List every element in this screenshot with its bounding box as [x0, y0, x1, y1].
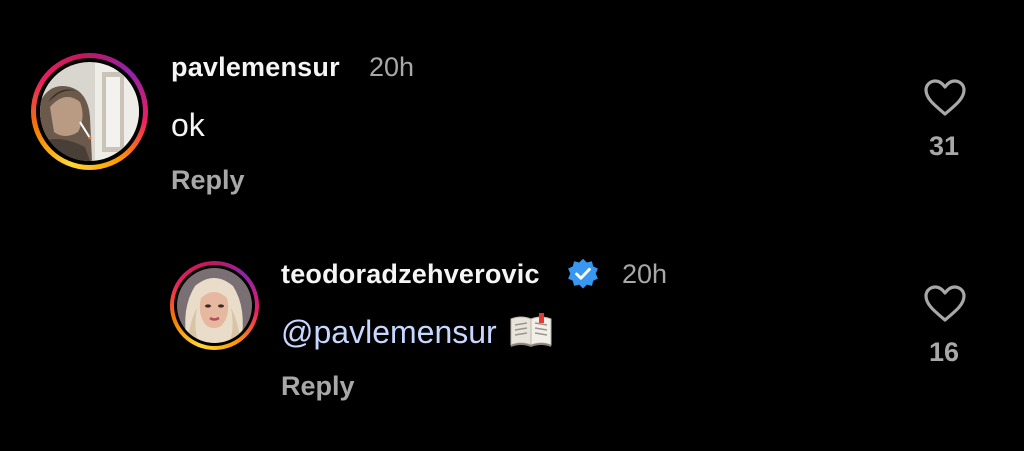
- comment-text: ok: [171, 107, 205, 143]
- avatar[interactable]: [40, 62, 139, 161]
- open-book-icon: [510, 313, 552, 347]
- avatar[interactable]: [177, 268, 252, 343]
- like-count: 31: [928, 131, 960, 161]
- comment-username[interactable]: teodoradzehverovic: [281, 259, 540, 290]
- avatar-photo: [40, 62, 139, 161]
- comment-text: @pavlemensur: [281, 313, 553, 351]
- like-count: 16: [928, 337, 960, 367]
- comment-timestamp: 20h: [369, 52, 415, 82]
- comment-reply-item: teodoradzehverovic 20h @pavlemensur Repl…: [0, 220, 1024, 451]
- reply-button[interactable]: Reply: [281, 371, 355, 402]
- story-ring[interactable]: [170, 261, 259, 350]
- comment-username[interactable]: pavlemensur: [171, 52, 340, 83]
- mention-link[interactable]: @pavlemensur: [281, 314, 497, 350]
- story-ring[interactable]: [31, 53, 148, 170]
- heart-icon[interactable]: [923, 78, 967, 118]
- reply-button[interactable]: Reply: [171, 165, 245, 196]
- comment-item: pavlemensur 20h ok Reply 31: [0, 0, 1024, 220]
- heart-icon[interactable]: [923, 284, 967, 324]
- avatar-photo: [177, 268, 252, 343]
- comment-timestamp: 20h: [622, 259, 668, 289]
- verified-badge-icon: [568, 258, 598, 289]
